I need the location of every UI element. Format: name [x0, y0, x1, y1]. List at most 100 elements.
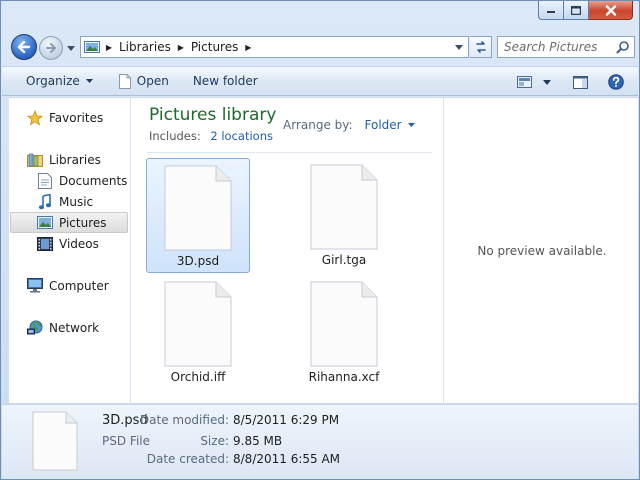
close-icon	[605, 4, 616, 16]
close-button[interactable]	[589, 1, 633, 20]
view-options-dropdown[interactable]	[536, 79, 558, 85]
minimize-icon	[547, 11, 555, 13]
nav-documents-label: Documents	[59, 173, 128, 188]
breadcrumb-libraries[interactable]: Libraries	[115, 40, 175, 54]
preview-message: No preview available.	[477, 244, 607, 258]
file-item[interactable]: Orchid.iff	[146, 275, 250, 390]
preview-pane: No preview available.	[443, 98, 640, 404]
file-item[interactable]: Girl.tga	[292, 158, 396, 273]
chevron-down-icon	[85, 79, 93, 83]
pictures-icon	[37, 215, 53, 231]
file-icon	[310, 164, 378, 250]
help-icon	[608, 74, 624, 90]
file-name: Orchid.iff	[170, 370, 226, 384]
open-button[interactable]: Open	[103, 66, 177, 96]
chevron-down-icon[interactable]	[407, 123, 415, 127]
navigation-pane: Favorites Libraries Documents Music Pict…	[9, 98, 131, 404]
nav-music[interactable]: Music	[37, 191, 93, 212]
size-label: Size:	[200, 434, 229, 448]
pictures-library-icon	[81, 40, 103, 54]
chevron-down-icon	[67, 45, 75, 51]
details-pane: 3D.psd PSD File Date modified: 8/5/2011 …	[2, 404, 638, 479]
toolbar-right-group	[512, 67, 630, 97]
libraries-icon	[27, 152, 43, 168]
nav-favorites[interactable]: Favorites	[27, 107, 103, 128]
library-includes: Includes: 2 locations	[149, 129, 273, 143]
nav-computer-label: Computer	[49, 278, 109, 293]
nav-network[interactable]: Network	[27, 317, 99, 338]
chevron-down-icon	[543, 79, 551, 85]
caption-buttons	[538, 1, 633, 21]
nav-libraries[interactable]: Libraries	[27, 149, 101, 170]
help-button[interactable]	[602, 74, 630, 90]
header-divider	[147, 152, 432, 153]
file-thumbnail-icon	[32, 411, 78, 471]
nav-favorites-label: Favorites	[49, 110, 104, 125]
file-name: Girl.tga	[321, 253, 367, 267]
search-icon	[616, 41, 629, 54]
arrange-by-dropdown[interactable]: Folder	[365, 118, 402, 132]
search-box[interactable]	[497, 36, 635, 58]
documents-icon	[37, 172, 53, 189]
library-locations-link[interactable]: 2 locations	[210, 129, 273, 143]
computer-icon	[27, 278, 43, 294]
nav-videos[interactable]: Videos	[37, 233, 99, 254]
file-icon	[310, 281, 378, 367]
navigation-bar: ▶ Libraries ▶ Pictures ▶	[9, 32, 635, 62]
change-view-button[interactable]	[512, 76, 536, 88]
file-item[interactable]: 3D.psd	[146, 158, 250, 273]
command-bar: Organize Open New folder	[2, 66, 638, 96]
file-list-area: Pictures library Includes: 2 locations A…	[132, 98, 442, 404]
address-history-dropdown[interactable]	[450, 37, 468, 57]
includes-label: Includes:	[149, 129, 201, 143]
file-item[interactable]: Rihanna.xcf	[292, 275, 396, 390]
arrange-by-label: Arrange by:	[283, 118, 353, 132]
new-folder-button[interactable]: New folder	[177, 66, 266, 96]
organize-label: Organize	[26, 74, 80, 88]
date-modified-label: Date modified:	[139, 413, 229, 427]
view-icon	[516, 76, 532, 88]
breadcrumb-pictures[interactable]: Pictures	[187, 40, 243, 54]
nav-pictures[interactable]: Pictures	[10, 212, 128, 233]
film-icon	[37, 236, 53, 252]
document-icon	[118, 73, 131, 89]
refresh-button[interactable]	[470, 36, 492, 58]
file-icon	[164, 281, 232, 367]
back-button[interactable]	[11, 34, 37, 60]
nav-computer[interactable]: Computer	[27, 275, 109, 296]
size-value: 9.85 MB	[233, 434, 283, 448]
breadcrumb-separator[interactable]: ▶	[175, 43, 187, 52]
nav-documents[interactable]: Documents	[37, 170, 127, 191]
maximize-button[interactable]	[564, 1, 589, 20]
file-name: Rihanna.xcf	[308, 370, 380, 384]
nav-libraries-label: Libraries	[49, 152, 101, 167]
main-area: Favorites Libraries Documents Music Pict…	[9, 97, 640, 404]
nav-pictures-label: Pictures	[59, 215, 107, 230]
address-bar[interactable]: ▶ Libraries ▶ Pictures ▶	[80, 36, 469, 58]
explorer-window: ▶ Libraries ▶ Pictures ▶ Organize Open N	[0, 0, 640, 480]
chevron-down-icon	[455, 44, 463, 50]
preview-pane-icon	[572, 75, 588, 89]
music-note-icon	[37, 193, 53, 210]
file-name: 3D.psd	[176, 254, 220, 268]
organize-button[interactable]: Organize	[2, 66, 103, 96]
breadcrumb-separator[interactable]: ▶	[242, 43, 254, 52]
maximize-icon	[571, 5, 581, 15]
file-icon	[164, 165, 232, 251]
nav-music-label: Music	[59, 194, 94, 209]
recent-pages-button[interactable]	[66, 43, 76, 53]
arrange-by: Arrange by: Folder	[283, 118, 415, 132]
nav-videos-label: Videos	[59, 236, 99, 251]
arrow-right-icon	[46, 43, 56, 53]
breadcrumb-separator[interactable]: ▶	[103, 43, 115, 52]
search-input[interactable]	[498, 40, 610, 54]
forward-button[interactable]	[39, 36, 63, 60]
nav-network-label: Network	[49, 320, 100, 335]
date-modified-value: 8/5/2011 6:29 PM	[233, 413, 340, 427]
date-created-label: Date created:	[146, 452, 229, 466]
minimize-button[interactable]	[538, 1, 564, 20]
open-label: Open	[136, 74, 169, 88]
preview-pane-button[interactable]	[558, 75, 602, 89]
refresh-icon	[475, 41, 486, 53]
network-icon	[27, 320, 43, 336]
